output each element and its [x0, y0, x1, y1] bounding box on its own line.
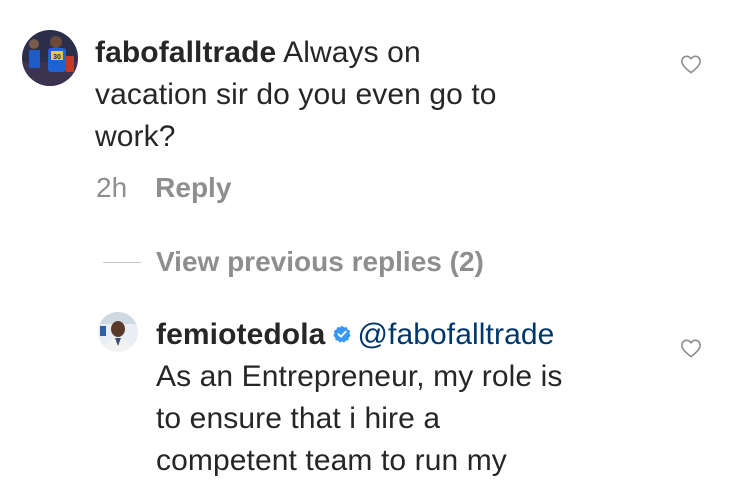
avatar[interactable] — [98, 312, 138, 352]
verified-badge-icon — [333, 325, 352, 343]
comment-text-line: Always on — [283, 36, 421, 69]
avatar[interactable]: 30 — [22, 30, 78, 86]
comment-text-line: competent team to run my — [156, 444, 507, 477]
comment-text-line: vacation sir do you even go to — [95, 78, 497, 111]
comment-username[interactable]: femiotedola — [156, 318, 325, 351]
comments-thread: 30 fabofalltrade Always on vacation sir … — [0, 0, 741, 486]
mention-link[interactable]: @fabofalltrade — [357, 318, 554, 351]
comment-text-line: to ensure that i hire a — [156, 402, 441, 435]
comment-username[interactable]: fabofalltrade — [95, 36, 276, 69]
comment-text-line: work? — [95, 120, 176, 153]
view-previous-replies-button[interactable]: View previous replies (2) — [103, 245, 484, 279]
comment-body: femiotedola @fabofalltrade As an Entrepre… — [156, 314, 563, 482]
view-replies-label: View previous replies (2) — [156, 246, 484, 277]
jersey-number: 30 — [53, 54, 61, 61]
divider-line — [103, 261, 141, 263]
heart-outline-icon[interactable] — [680, 54, 702, 74]
comment-timestamp: 2h — [96, 172, 128, 203]
reply-button[interactable]: Reply — [155, 172, 231, 203]
comment-meta: 2h Reply — [96, 172, 231, 204]
heart-outline-icon[interactable] — [680, 338, 702, 358]
comment-body: fabofalltrade Always on vacation sir do … — [95, 32, 497, 158]
comment-text-line: As an Entrepreneur, my role is — [156, 360, 563, 393]
